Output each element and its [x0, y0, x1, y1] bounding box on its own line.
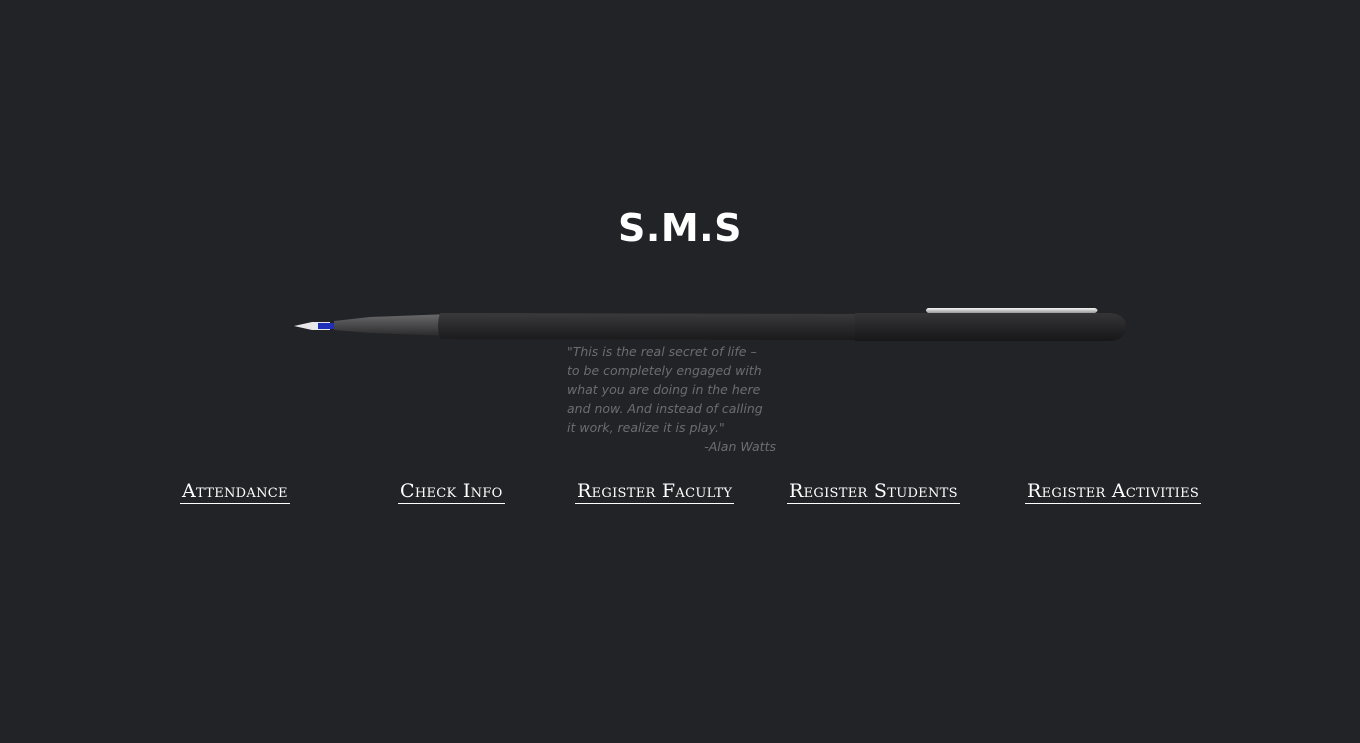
nav-link-register-faculty[interactable]: Register Faculty [575, 480, 735, 504]
page: S.M.S "This is the real secret of life –… [0, 0, 1360, 743]
quote-author: -Alan Watts [704, 439, 776, 454]
nav-link-register-students[interactable]: Register Students [787, 480, 960, 504]
quote: "This is the real secret of life – to be… [567, 342, 782, 456]
nav-link-check-info[interactable]: Check Info [398, 480, 505, 504]
nav-link-register-activities[interactable]: Register Activities [1025, 480, 1202, 504]
main-nav: Attendance Check Info Register Faculty R… [0, 480, 1360, 510]
quote-text: "This is the real secret of life – to be… [567, 344, 763, 435]
nav-link-attendance[interactable]: Attendance [180, 480, 290, 504]
page-title: S.M.S [618, 206, 742, 250]
